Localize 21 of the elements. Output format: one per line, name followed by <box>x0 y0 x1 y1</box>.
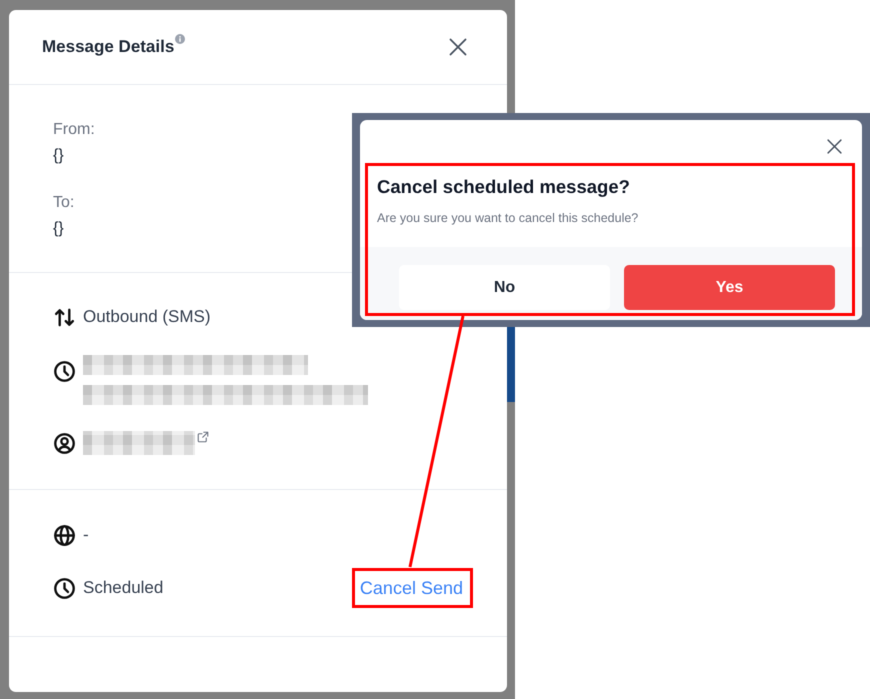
field-label: To: <box>53 193 74 213</box>
cancel-send-link[interactable]: Cancel Send <box>360 576 463 600</box>
clock-icon <box>53 360 76 383</box>
close-icon[interactable] <box>448 37 468 57</box>
timezone-text: - <box>83 524 89 546</box>
field-label: From: <box>53 120 95 140</box>
direction-text: Outbound (SMS) <box>83 306 211 328</box>
close-icon[interactable] <box>826 138 843 155</box>
person-circle-icon <box>53 432 76 454</box>
dialog-message: Are you sure you want to cancel this schedule? <box>377 210 638 227</box>
panel-title: Message Details <box>42 36 174 58</box>
yes-button[interactable]: Yes <box>624 265 835 310</box>
dialog-title: Cancel scheduled message? <box>377 175 630 199</box>
arrows-up-down-icon <box>53 306 76 328</box>
clock-icon <box>53 576 76 600</box>
no-button[interactable]: No <box>399 265 610 310</box>
external-link-icon[interactable] <box>197 431 209 443</box>
status-text: Scheduled <box>83 577 164 599</box>
field-value: {} <box>53 219 64 239</box>
field-value: {} <box>53 146 64 166</box>
globe-icon <box>53 524 76 546</box>
